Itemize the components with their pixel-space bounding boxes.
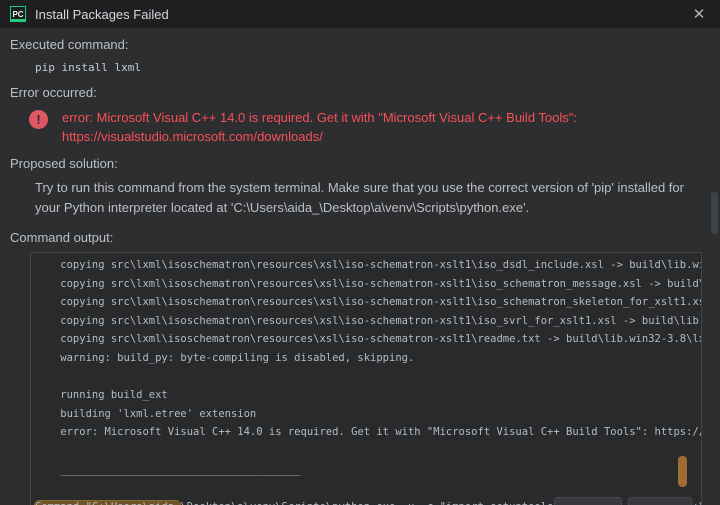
window-title: Install Packages Failed bbox=[35, 6, 169, 22]
cancel-button-partial[interactable] bbox=[628, 497, 692, 505]
console-line: building 'lxml.etree' extension bbox=[35, 407, 257, 420]
console-command-rest: \Desktop\a\venv\Scripts\python.exe -u -c… bbox=[180, 501, 701, 505]
console-line: copying src\lxml\isoschematron\resources… bbox=[35, 314, 702, 327]
error-icon: ! bbox=[29, 110, 48, 129]
proposed-solution-label: Proposed solution: bbox=[10, 156, 118, 171]
console-line: copying src\lxml\isoschematron\resources… bbox=[35, 259, 702, 271]
console-line: error: Microsoft Visual C++ 14.0 is requ… bbox=[35, 426, 702, 439]
console-line: copying src\lxml\isoschematron\resources… bbox=[35, 277, 702, 290]
dialog-content: Executed command: pip install lxml Error… bbox=[0, 28, 720, 505]
solution-text: Try to run this command from the system … bbox=[35, 180, 684, 215]
error-link[interactable]: https://visualstudio.microsoft.com/downl… bbox=[62, 129, 323, 144]
error-occurred-label: Error occurred: bbox=[10, 85, 97, 100]
search-match-highlight: Command "C:\Users\aida_ bbox=[35, 500, 181, 505]
command-output-label: Command output: bbox=[10, 230, 114, 245]
console-scrollbar-thumb[interactable] bbox=[678, 456, 687, 487]
error-row: ! error: Microsoft Visual C++ 14.0 is re… bbox=[29, 108, 710, 146]
console-line: running build_ext bbox=[35, 389, 168, 402]
dialog-scrollbar-thumb[interactable] bbox=[711, 192, 718, 234]
console-line: warning: build_py: byte-compiling is dis… bbox=[35, 351, 415, 364]
close-icon[interactable]: ✕ bbox=[688, 5, 710, 23]
title-bar[interactable]: PC Install Packages Failed ✕ bbox=[0, 0, 720, 28]
console-line: copying src\lxml\isoschematron\resources… bbox=[35, 333, 702, 346]
pycharm-logo-icon: PC bbox=[10, 6, 26, 22]
command-output-console[interactable]: copying src\lxml\isoschematron\resources… bbox=[30, 252, 702, 505]
executed-command-value: pip install lxml bbox=[35, 61, 141, 74]
ok-button-partial[interactable] bbox=[554, 497, 622, 505]
error-message: error: Microsoft Visual C++ 14.0 is requ… bbox=[62, 110, 578, 125]
console-separator-line: ______________________________________ bbox=[35, 463, 301, 476]
console-line: copying src\lxml\isoschematron\resources… bbox=[35, 296, 702, 309]
executed-command-label: Executed command: bbox=[10, 37, 129, 52]
install-packages-failed-dialog: PC Install Packages Failed ✕ Executed co… bbox=[0, 0, 720, 505]
